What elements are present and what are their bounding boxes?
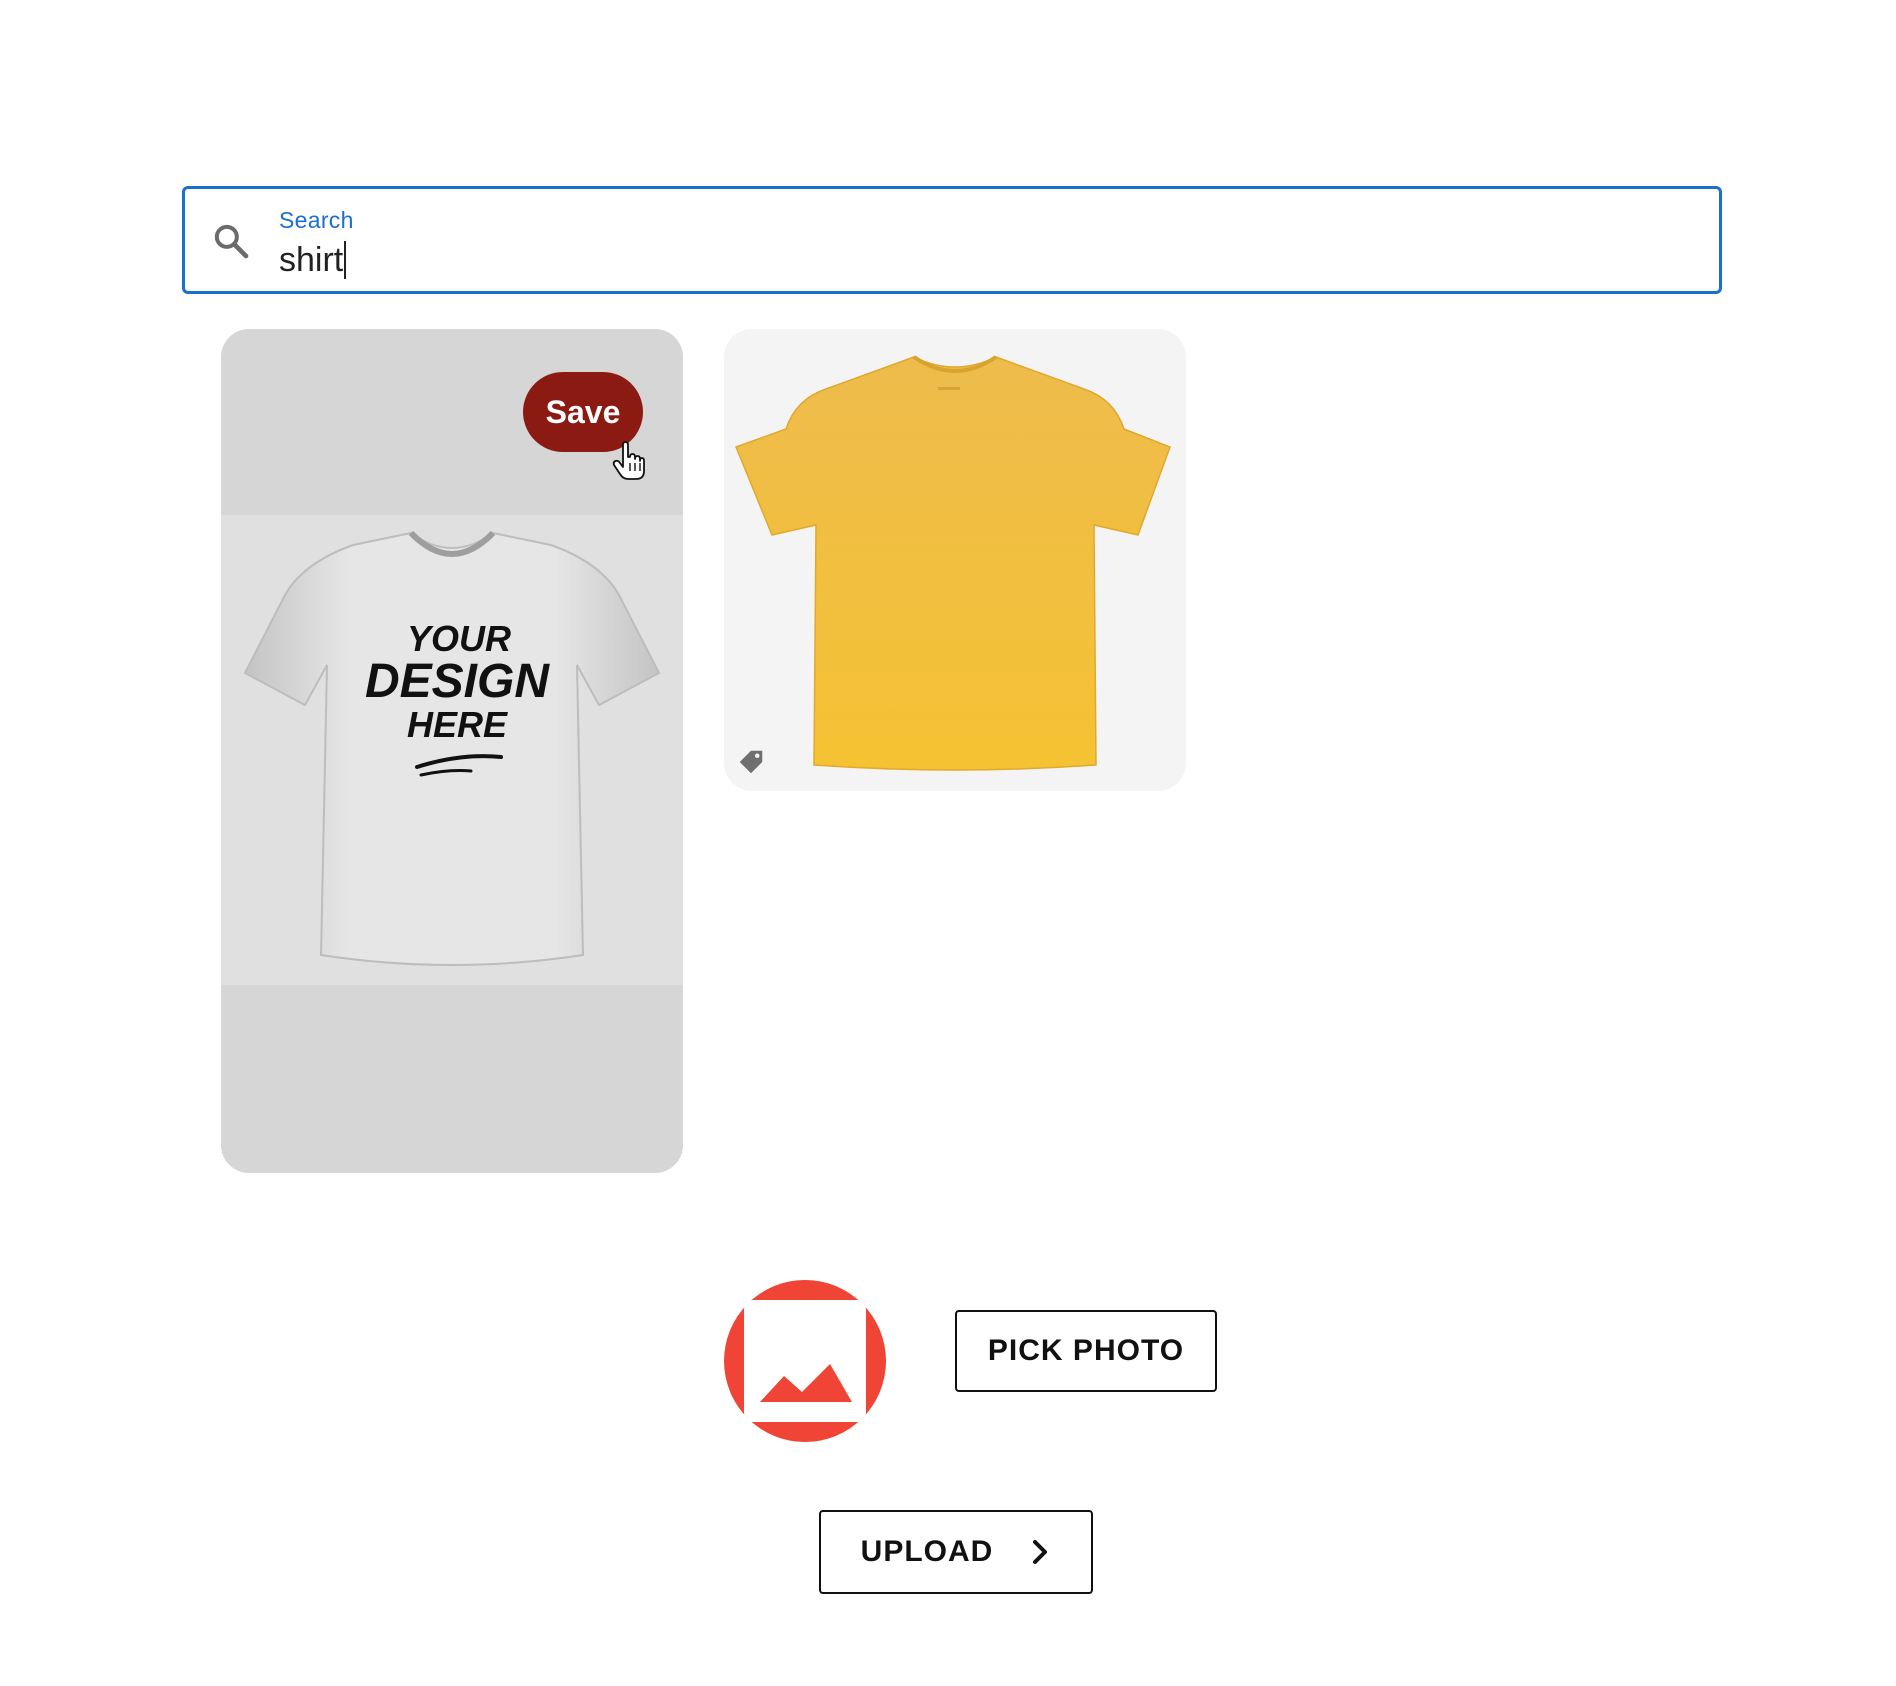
result-card-yellow-shirt[interactable] bbox=[724, 329, 1186, 791]
photo-avatar[interactable] bbox=[724, 1280, 886, 1442]
chevron-right-icon bbox=[1033, 1540, 1048, 1564]
design-text-line-3: HERE bbox=[407, 704, 508, 745]
design-text-line-2: DESIGN bbox=[365, 655, 550, 708]
image-placeholder-icon bbox=[744, 1300, 866, 1422]
search-label: Search bbox=[279, 207, 354, 233]
result-card-design-shirt[interactable]: YOUR DESIGN HERE Save bbox=[221, 329, 683, 1173]
search-input[interactable]: shirt bbox=[279, 239, 347, 281]
price-tag-icon bbox=[739, 750, 763, 774]
pick-photo-button[interactable]: PICK PHOTO bbox=[955, 1310, 1217, 1392]
search-input-value: shirt bbox=[279, 240, 344, 279]
upload-button-label: UPLOAD bbox=[860, 1535, 994, 1568]
hand-cursor-icon bbox=[612, 441, 645, 480]
search-icon bbox=[214, 224, 249, 259]
upload-button[interactable]: UPLOAD bbox=[819, 1510, 1093, 1594]
text-caret bbox=[344, 241, 347, 279]
design-text-line-1: YOUR bbox=[407, 618, 511, 659]
white-tshirt-image[interactable]: YOUR DESIGN HERE bbox=[221, 515, 683, 985]
yellow-tshirt-image[interactable] bbox=[724, 329, 1186, 791]
save-button[interactable]: Save bbox=[523, 372, 643, 452]
search-field[interactable]: Search shirt bbox=[182, 186, 1722, 294]
